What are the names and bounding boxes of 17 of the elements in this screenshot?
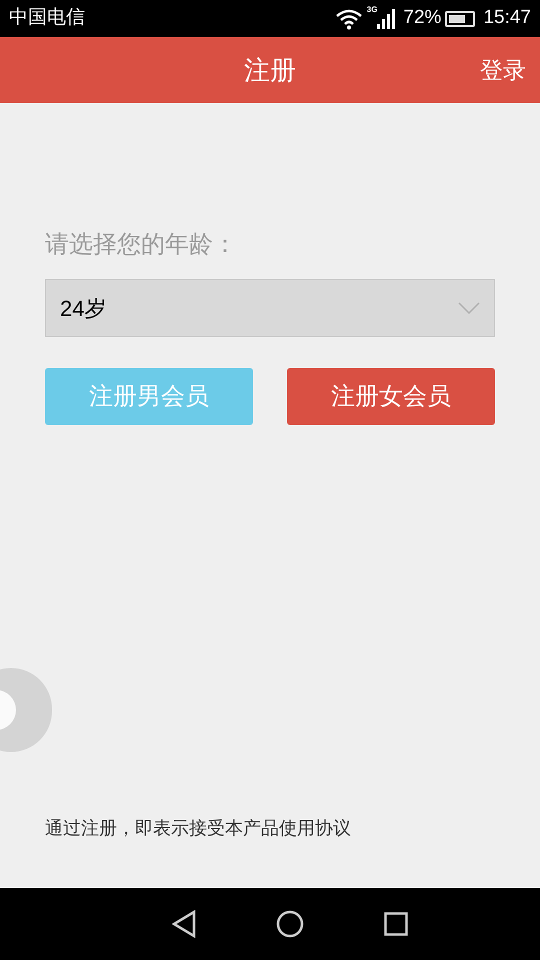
register-button[interactable]: 注册女会员 bbox=[287, 368, 495, 425]
back-icon[interactable] bbox=[172, 910, 196, 938]
recent-apps-icon[interactable] bbox=[384, 912, 408, 936]
age-label: 请选择您的年龄： bbox=[45, 230, 238, 260]
page-title: 注册 bbox=[244, 54, 296, 86]
carrier-name: 中国电信 bbox=[9, 6, 85, 30]
wifi-icon bbox=[334, 8, 363, 30]
signal-icon bbox=[377, 8, 396, 28]
chevron-down-icon bbox=[458, 302, 480, 314]
clock-time: 15:47 bbox=[483, 6, 531, 30]
battery-percent: 72% bbox=[403, 6, 442, 30]
battery-icon bbox=[445, 10, 476, 26]
agreement-text: 通过注册，即表示接受本产品使用协议 bbox=[45, 817, 352, 840]
network-type: 3G bbox=[366, 4, 378, 16]
age-dropdown[interactable]: 24岁 bbox=[45, 279, 495, 337]
home-icon[interactable] bbox=[276, 910, 304, 938]
login-link[interactable]: 登录 bbox=[480, 52, 526, 88]
